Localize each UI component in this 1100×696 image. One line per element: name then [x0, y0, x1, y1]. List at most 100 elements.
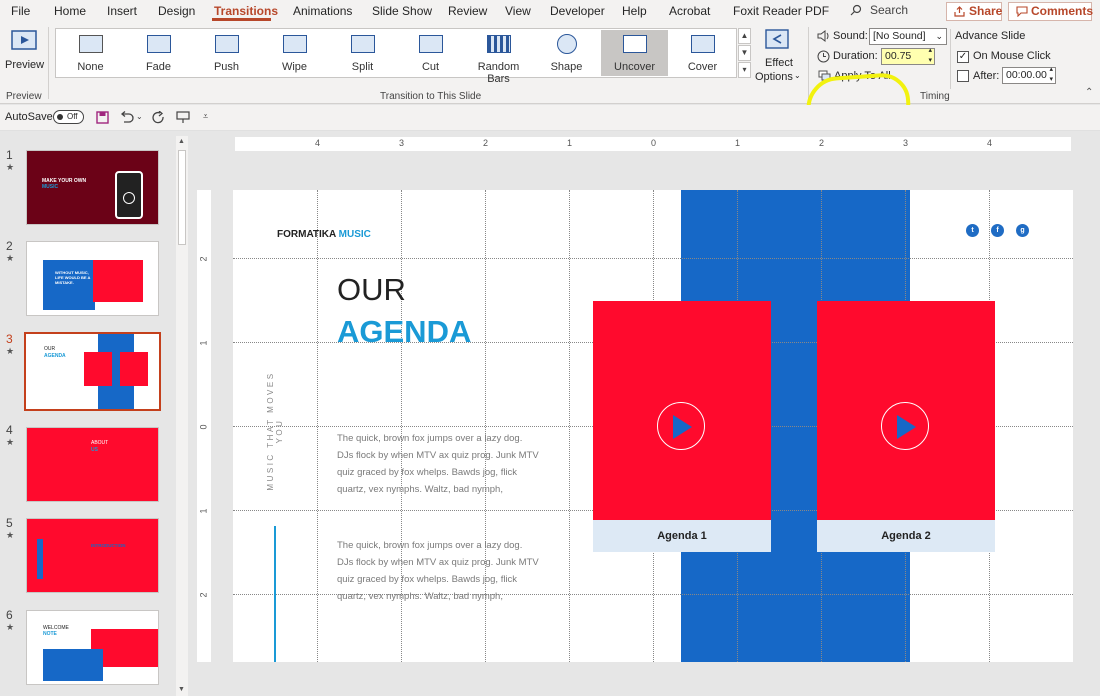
agenda-card-1[interactable]	[593, 301, 771, 520]
after-label: After:	[973, 70, 1000, 82]
transition-split[interactable]: Split	[329, 30, 396, 76]
collapse-ribbon-icon[interactable]: ⌃	[1085, 87, 1093, 98]
spinner-icon[interactable]: ▴ ▾	[1049, 65, 1053, 85]
gallery-up-button[interactable]: ▲	[738, 28, 751, 44]
transition-label: Cover	[687, 61, 718, 73]
red-card	[84, 352, 112, 386]
redo-icon[interactable]	[152, 111, 166, 124]
gallery-down-button[interactable]: ▼	[738, 45, 751, 61]
grid-line	[317, 190, 318, 662]
menu-transitions[interactable]: Transitions	[214, 4, 278, 18]
play-icon[interactable]	[657, 402, 705, 450]
transition-random-bars[interactable]: Random Bars	[465, 30, 532, 85]
menu-insert[interactable]: Insert	[107, 4, 137, 18]
thumb-text: NOTE	[43, 631, 57, 637]
slide-thumbnail-6[interactable]: WELCOME NOTE	[26, 610, 159, 685]
sound-icon	[817, 30, 829, 42]
menu-home[interactable]: Home	[54, 4, 86, 18]
slide-thumbnail-5[interactable]: INTRODUCTION	[26, 518, 159, 593]
spinner-icon[interactable]: ▴ ▾	[928, 46, 932, 66]
menu-foxit[interactable]: Foxit Reader PDF	[733, 4, 829, 18]
text-line: The quick, brown fox jumps over a lazy d…	[337, 540, 523, 551]
transition-uncover[interactable]: Uncover	[601, 30, 668, 76]
menu-design[interactable]: Design	[158, 4, 195, 18]
transition-label: None	[77, 61, 104, 73]
slide-number: 3	[6, 332, 13, 346]
slide-thumbnail-4[interactable]: ABOUT US	[26, 427, 159, 502]
random-bars-icon	[487, 35, 511, 53]
twitter-icon[interactable]: t	[966, 224, 979, 237]
customize-toolbar-icon[interactable]: ⩡	[203, 111, 208, 122]
thumb-text: INTRODUCTION	[91, 543, 126, 548]
menu-help[interactable]: Help	[622, 4, 647, 18]
menu-acrobat[interactable]: Acrobat	[669, 4, 710, 18]
facebook-icon[interactable]: f	[991, 224, 1004, 237]
duration-label: Duration:	[833, 50, 878, 62]
transition-fade[interactable]: Fade	[125, 30, 192, 76]
scroll-down-icon[interactable]: ▼	[178, 686, 185, 693]
slide-thumbnail-2[interactable]: WITHOUT MUSIC, LIFE WOULD BE A MISTAKE.	[26, 241, 159, 316]
agenda-card-2[interactable]	[817, 301, 995, 520]
after-input[interactable]: 00:00.00 ▴ ▾	[1002, 65, 1056, 85]
transition-shape[interactable]: Shape	[533, 30, 600, 76]
sound-select[interactable]: [No Sound] ⌄	[869, 28, 947, 45]
ruler-number: 0	[651, 138, 657, 148]
save-icon[interactable]	[96, 111, 109, 124]
ruler-number: 1	[567, 138, 573, 148]
transition-star-icon: ★	[6, 530, 15, 540]
play-icon	[123, 192, 135, 204]
group-divider	[48, 27, 49, 99]
transition-star-icon: ★	[6, 162, 15, 172]
scrollbar-thumb[interactable]	[178, 150, 186, 245]
on-mouse-click-checkbox[interactable]: ✓	[957, 51, 969, 63]
transition-label: Fade	[145, 61, 172, 73]
wipe-icon	[283, 35, 307, 53]
scroll-up-icon[interactable]: ▲	[178, 138, 185, 145]
comments-button[interactable]: Comments	[1008, 2, 1094, 21]
slide-canvas[interactable]: FORMATIKA MUSIC t f g OUR AGENDA MUSIC T…	[233, 190, 1073, 662]
comments-label: Comments	[1031, 4, 1094, 18]
shape-icon	[557, 34, 577, 54]
autosave-toggle[interactable]: Off	[53, 110, 84, 124]
undo-icon[interactable]	[120, 111, 134, 124]
transition-push[interactable]: Push	[193, 30, 260, 76]
transition-cut[interactable]: Cut	[397, 30, 464, 76]
transition-label: Cut	[421, 61, 440, 73]
gallery-more-button[interactable]: ▾	[738, 62, 751, 78]
undo-dropdown-icon[interactable]: ⌄	[136, 112, 143, 121]
menu-file[interactable]: File	[11, 4, 30, 18]
sound-value: [No Sound]	[873, 30, 926, 42]
share-button[interactable]: Share	[946, 2, 1002, 21]
transition-wipe[interactable]: Wipe	[261, 30, 328, 76]
transition-cover[interactable]: Cover	[669, 30, 736, 76]
slide-thumbnail-pane: 1 ★ MAKE YOUR OWN MUSIC 2 ★ WITHOUT MUSI…	[0, 131, 190, 696]
preview-group-label: Preview	[6, 91, 42, 102]
transition-label: Wipe	[281, 61, 308, 73]
cover-icon	[691, 35, 715, 53]
cut-icon	[419, 35, 443, 53]
slide-thumbnail-3[interactable]: OUR AGENDA	[24, 332, 161, 411]
search-box[interactable]: Search	[850, 3, 908, 17]
play-icon[interactable]	[881, 402, 929, 450]
thumb-text: AGENDA	[44, 353, 66, 359]
google-plus-icon[interactable]: g	[1016, 224, 1029, 237]
ruler-number: 2	[483, 138, 489, 148]
transition-label: Shape	[550, 61, 583, 73]
menu-review[interactable]: Review	[448, 4, 487, 18]
effect-options-button[interactable]: Effect Options ⌄	[755, 27, 803, 87]
menu-view[interactable]: View	[505, 4, 531, 18]
menu-animations[interactable]: Animations	[293, 4, 352, 18]
menu-slide-show[interactable]: Slide Show	[372, 4, 432, 18]
transition-none[interactable]: None	[57, 30, 124, 76]
after-checkbox[interactable]	[957, 70, 969, 82]
duration-value: 00.75	[885, 50, 912, 62]
present-icon[interactable]	[176, 111, 190, 124]
blue-block	[43, 260, 95, 310]
menu-developer[interactable]: Developer	[550, 4, 605, 18]
slide-thumbnail-1[interactable]: MAKE YOUR OWN MUSIC	[26, 150, 159, 225]
preview-button[interactable]: Preview	[5, 25, 44, 77]
thumbnail-scrollbar[interactable]: ▲ ▼	[176, 136, 188, 696]
menu-bar: File Home Insert Design Transitions Anim…	[0, 0, 1100, 23]
agenda-label-1: Agenda 1	[593, 520, 771, 552]
duration-input[interactable]: 00.75 ▴ ▾	[881, 46, 935, 66]
